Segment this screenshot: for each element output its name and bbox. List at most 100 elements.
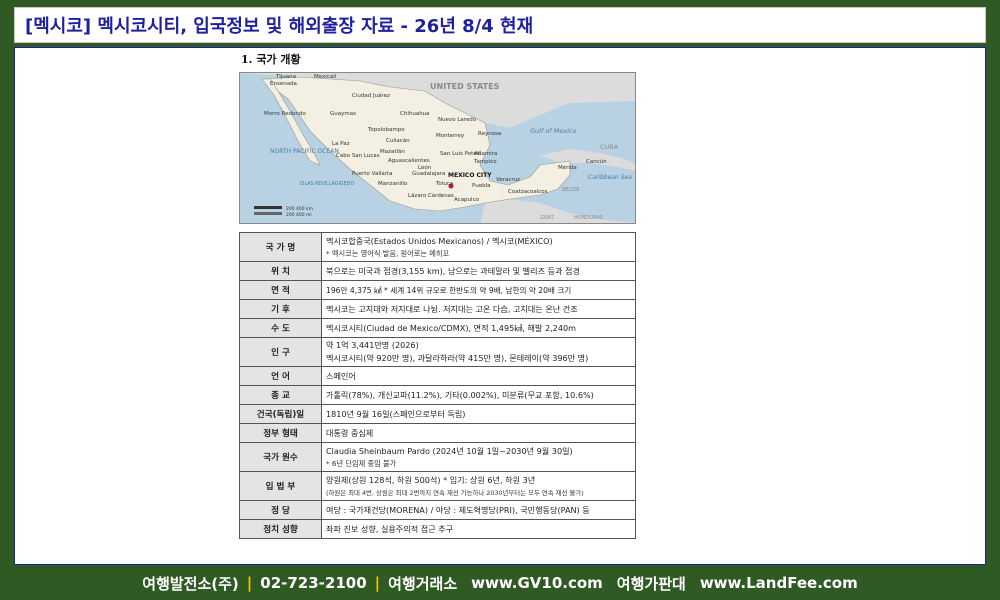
row-value-independence: 1810년 9월 16일(스페인으로부터 독립) bbox=[321, 404, 636, 424]
map-label-chihuahua: Chihuahua bbox=[400, 111, 430, 117]
map-label-guatemala: GUAT. bbox=[540, 215, 555, 221]
map-label-scale-km: 200 400 km bbox=[286, 206, 313, 212]
row-key-legislature: 입 법 부 bbox=[239, 471, 322, 501]
table-row: 언 어 스페인어 bbox=[239, 366, 636, 386]
map-label-toluca: Toluca bbox=[435, 181, 453, 187]
map-label-us: UNITED STATES bbox=[430, 82, 500, 91]
footer-site2-name: 여행가판대 bbox=[616, 574, 686, 593]
map-label-la-paz: La Paz bbox=[332, 141, 350, 147]
country-name-note: * 멕시코는 영어식 발음, 원어로는 메히꼬 bbox=[326, 248, 450, 258]
map-label-aguascalientes: Aguascalientes bbox=[388, 158, 430, 164]
map-label-acapulco: Acapulco bbox=[454, 197, 480, 203]
row-value-country-name: 멕시코합중국(Estados Unidos Mexicanos) / 멕시코(M… bbox=[321, 232, 636, 262]
map-label-reynosa: Reynosa bbox=[478, 131, 501, 137]
map-label-belize: BELIZE bbox=[562, 187, 579, 193]
footer-company: 여행발전소(주) bbox=[142, 574, 239, 593]
head-of-state-text: Claudia Sheinbaum Pardo (2024년 10월 1일~20… bbox=[326, 445, 573, 456]
head-of-state-note: * 6년 단임제 중임 불가 bbox=[326, 458, 397, 468]
table-row: 국 가 명 멕시코합중국(Estados Unidos Mexicanos) /… bbox=[239, 232, 636, 262]
page-title: [멕시코] 멕시코시티, 입국정보 및 해외출장 자료 - 26년 8/4 현재 bbox=[25, 16, 534, 37]
table-row: 국가 원수 Claudia Sheinbaum Pardo (2024년 10월… bbox=[239, 442, 636, 472]
map-label-cancun: Cancún bbox=[586, 158, 607, 165]
table-row: 면 적 196만 4,375 ㎢ * 세계 14위 규모로 한반도의 약 9배,… bbox=[239, 280, 636, 300]
map-label-honduras: HONDURAS bbox=[574, 215, 603, 221]
country-info-table: 국 가 명 멕시코합중국(Estados Unidos Mexicanos) /… bbox=[239, 232, 636, 539]
map-label-tijuana: Tijuana bbox=[275, 74, 296, 80]
row-key-population: 인 구 bbox=[239, 337, 322, 367]
map-label-leon: León bbox=[418, 164, 432, 171]
row-value-language: 스페인어 bbox=[321, 366, 636, 386]
footer-site1-url[interactable]: www.GV10.com bbox=[471, 574, 603, 592]
population-total: 약 1억 3,441만명 (2026) bbox=[326, 340, 419, 350]
row-key-area: 면 적 bbox=[239, 280, 322, 300]
scale-bar-mi bbox=[254, 212, 282, 215]
map-label-culiacan: Culiacán bbox=[386, 137, 410, 144]
row-key-political-orientation: 정치 성향 bbox=[239, 519, 322, 539]
map-label-topolobampo: Topolobampo bbox=[367, 127, 405, 133]
table-row: 기 후 멕시코는 고지대와 저지대로 나뉨. 저지대는 고온 다습, 고지대는 … bbox=[239, 299, 636, 319]
table-row: 정 당 여당 : 국가재건당(MORENA) / 야당 : 제도혁명당(PRI)… bbox=[239, 500, 636, 520]
row-value-capital: 멕시코시티(Ciudad de Mexico/CDMX), 면적 1,495㎢,… bbox=[321, 318, 636, 338]
table-row: 위 치 북으로는 미국과 접경(3,155 km), 남으로는 과테말라 및 벨… bbox=[239, 261, 636, 281]
section-heading: 1. 국가 개황 bbox=[241, 53, 301, 66]
footer-separator: | bbox=[374, 574, 381, 592]
row-key-religion: 종 교 bbox=[239, 385, 322, 405]
row-key-government: 정부 형태 bbox=[239, 423, 322, 443]
footer-phone: 02-723-2100 bbox=[260, 574, 367, 592]
row-value-area: 196만 4,375 ㎢ * 세계 14위 규모로 한반도의 약 9배, 남한의… bbox=[321, 280, 636, 300]
map-label-lazaro: Lázaro Cárdenas bbox=[408, 192, 454, 199]
row-key-country-name: 국 가 명 bbox=[239, 232, 322, 262]
legislature-text: 양원제(상원 128석, 하원 500석) * 임기: 상원 6년, 하원 3년 bbox=[326, 475, 536, 485]
map-label-monterrey: Monterrey bbox=[436, 133, 465, 139]
footer: 여행발전소(주) | 02-723-2100 | 여행거래소 www.GV10.com 여행… bbox=[0, 566, 1000, 600]
row-key-parties: 정 당 bbox=[239, 500, 322, 520]
row-value-political-orientation: 좌파 진보 성향, 실용주의적 접근 추구 bbox=[321, 519, 636, 539]
map-label-merida: Mérida bbox=[558, 164, 577, 171]
map-label-cuba: CUBA bbox=[600, 143, 619, 151]
footer-separator: | bbox=[246, 574, 253, 592]
map-label-puebla: Puebla bbox=[472, 183, 490, 189]
scale-bar-km bbox=[254, 206, 282, 209]
row-value-population: 약 1억 3,441만명 (2026) 멕시코시티(약 920만 명), 과달라… bbox=[321, 337, 636, 367]
row-key-climate: 기 후 bbox=[239, 299, 322, 319]
map-label-gulf: Gulf of Mexico bbox=[530, 127, 576, 135]
map-label-cabo: Cabo San Lucas bbox=[336, 153, 380, 159]
map-label-mazatlan: Mazatlán bbox=[380, 148, 405, 155]
table-row: 인 구 약 1억 3,441만명 (2026) 멕시코시티(약 920만 명),… bbox=[239, 337, 636, 367]
map-label-coatzacoalcos: Coatzacoalcos bbox=[508, 189, 548, 195]
row-key-location: 위 치 bbox=[239, 261, 322, 281]
mexico-map: UNITED STATES Tijuana Mexicali Ensenada … bbox=[239, 72, 636, 224]
row-value-climate: 멕시코는 고지대와 저지대로 나뉨. 저지대는 고온 다습, 고지대는 온난 건… bbox=[321, 299, 636, 319]
table-row: 수 도 멕시코시티(Ciudad de Mexico/CDMX), 면적 1,4… bbox=[239, 318, 636, 338]
table-row: 입 법 부 양원제(상원 128석, 하원 500석) * 임기: 상원 6년,… bbox=[239, 471, 636, 501]
map-label-guaymas: Guaymas bbox=[330, 111, 356, 117]
row-value-religion: 가톨릭(78%), 개신교파(11.2%), 기타(0.002%), 미분류(무… bbox=[321, 385, 636, 405]
map-label-altamira: Altamira bbox=[474, 151, 497, 157]
table-row: 정치 성향 좌파 진보 성향, 실용주의적 접근 추구 bbox=[239, 519, 636, 539]
mexico-map-svg: UNITED STATES Tijuana Mexicali Ensenada … bbox=[240, 73, 635, 223]
map-label-north-pacific: NORTH PACIFIC OCEAN bbox=[270, 148, 339, 155]
footer-site2-url[interactable]: www.LandFee.com bbox=[700, 574, 858, 592]
row-key-capital: 수 도 bbox=[239, 318, 322, 338]
country-name-text: 멕시코합중국(Estados Unidos Mexicanos) / 멕시코(M… bbox=[326, 235, 553, 246]
row-value-location: 북으로는 미국과 접경(3,155 km), 남으로는 과테말라 및 벨리즈 등… bbox=[321, 261, 636, 281]
content-panel: 1. 국가 개황 UNITED STATES Tijuana Mexicali … bbox=[14, 47, 986, 565]
map-label-islas: ISLAS REVILLAGIGEDO bbox=[300, 181, 354, 187]
map-label-puerto-vallarta: Puerto Vallarta bbox=[352, 171, 393, 177]
row-value-legislature: 양원제(상원 128석, 하원 500석) * 임기: 상원 6년, 하원 3년… bbox=[321, 471, 636, 501]
title-bar: [멕시코] 멕시코시티, 입국정보 및 해외출장 자료 - 26년 8/4 현재 bbox=[14, 7, 986, 43]
footer-site1-name: 여행거래소 bbox=[388, 574, 458, 593]
map-label-scale-mi: 200 400 mi bbox=[286, 212, 312, 218]
map-label-nuevo-laredo: Nuevo Laredo bbox=[438, 117, 477, 123]
document: 1. 국가 개황 UNITED STATES Tijuana Mexicali … bbox=[239, 48, 637, 564]
map-label-manzanillo: Manzanillo bbox=[378, 181, 408, 187]
map-label-mexicali: Mexicali bbox=[314, 74, 337, 80]
map-label-ensenada: Ensenada bbox=[270, 81, 297, 87]
row-value-parties: 여당 : 국가재건당(MORENA) / 야당 : 제도혁명당(PRI), 국민… bbox=[321, 500, 636, 520]
map-label-morro-redondo: Morro Redondo bbox=[264, 111, 306, 117]
map-label-mexico-city: MEXICO CITY bbox=[448, 172, 492, 179]
legislature-note: (하원은 최대 4번, 상원은 최대 2번까지 연속 재선 가능하나 2030년… bbox=[326, 489, 584, 497]
row-value-government: 대통령 중심제 bbox=[321, 423, 636, 443]
row-key-language: 언 어 bbox=[239, 366, 322, 386]
row-value-head-of-state: Claudia Sheinbaum Pardo (2024년 10월 1일~20… bbox=[321, 442, 636, 472]
